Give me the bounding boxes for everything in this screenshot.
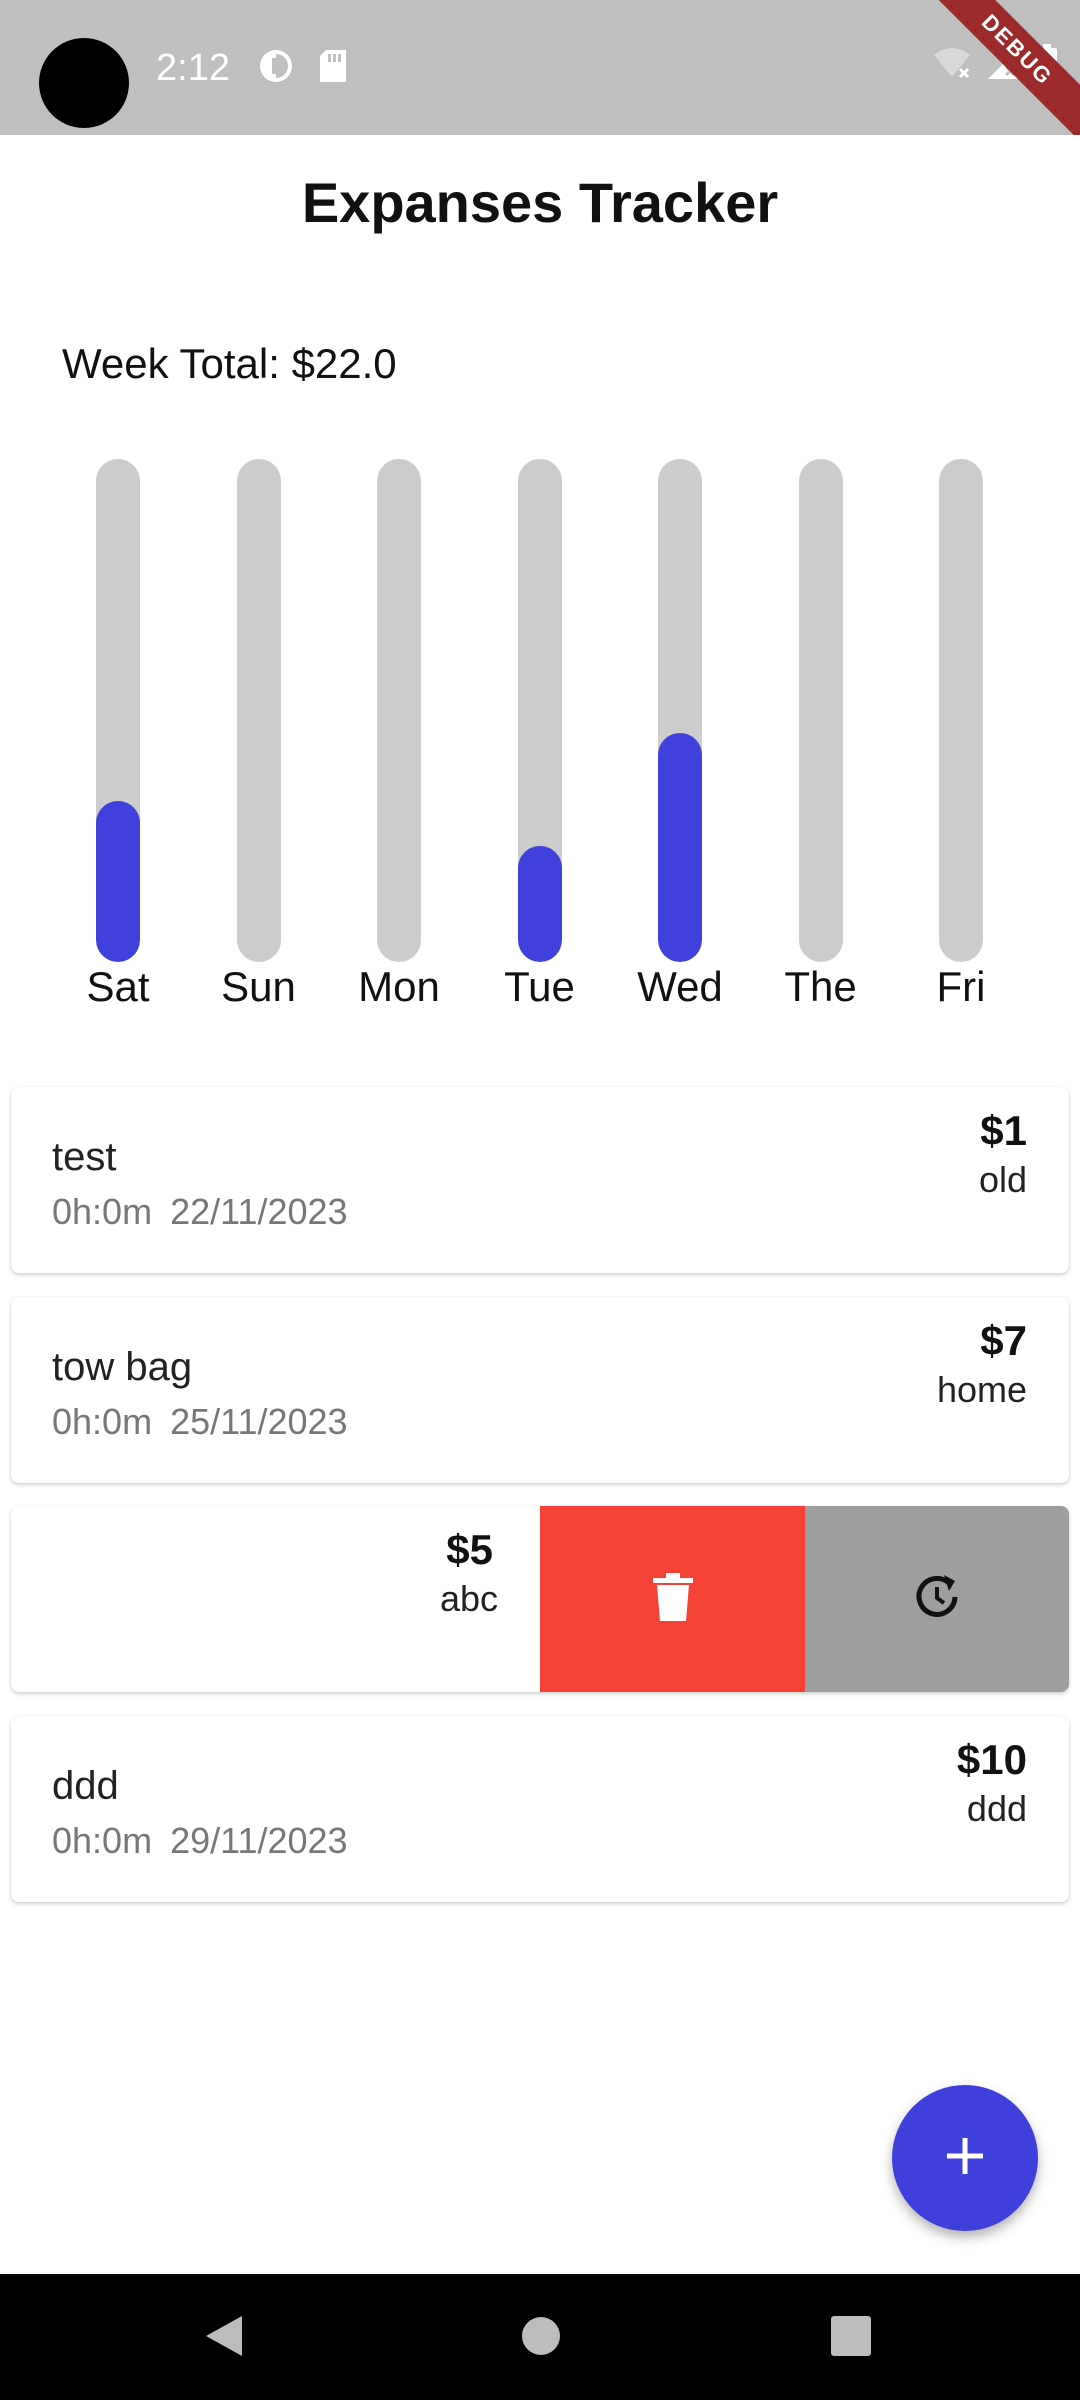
expense-category: old [978,1159,1027,1200]
expense-amount: $5 [446,1526,493,1573]
expense-meta: 0h:0m 25/11/2023 [52,1401,348,1443]
expense-date: 29/11/2023 [170,1820,348,1861]
bar-track [939,459,983,962]
system-nav-bar [0,2274,1080,2400]
expense-title: test [52,1135,117,1179]
restore-action-button[interactable] [805,1506,1069,1692]
recents-icon[interactable] [829,2312,873,2365]
trash-icon [652,1572,693,1626]
bar-track [798,459,843,962]
plus-icon [945,2136,985,2181]
expense-title: tow bag [52,1345,193,1389]
expense-time: 0h:0m [52,1820,153,1861]
bar-label: Sun [221,963,296,1010]
bar-track [517,459,562,962]
bar-label: Wed [637,963,723,1010]
bar-label: Tue [504,963,575,1010]
sd-card-icon [318,48,348,89]
bar-label: Fri [936,963,986,1010]
expense-amount: $10 [956,1736,1027,1783]
bar-fill [517,846,562,962]
expense-card[interactable]: tow bag 0h:0m 25/11/2023 $7 home [11,1297,1069,1483]
home-icon[interactable] [520,2312,562,2365]
bar-label: The [784,963,857,1010]
expense-category: home [936,1369,1027,1410]
expense-date: 25/11/2023 [170,1401,348,1442]
bar-label: Sat [86,963,150,1010]
delete-action-button[interactable] [540,1506,805,1692]
expense-card[interactable]: ddd 0h:0m 29/11/2023 $10 ddd [11,1716,1069,1902]
bar-track [236,459,281,962]
bar-fill [658,733,702,962]
expense-category: abc [439,1578,498,1619]
wifi-off-icon [932,45,972,86]
page-title: Expanses Tracker [301,171,779,234]
camera-cutout [39,38,129,128]
bar-fill [96,801,140,962]
bar-track [377,459,421,962]
bar-track [96,459,140,962]
expense-card-swiped[interactable]: $5 abc [11,1506,1069,1692]
expense-meta: 0h:0m 29/11/2023 [52,1820,348,1862]
expense-title: ddd [52,1764,119,1808]
history-icon [911,1571,963,1628]
status-bar: 2:12 DEBUG [0,0,1080,135]
expense-meta: 0h:0m 22/11/2023 [52,1191,348,1233]
expense-date: 22/11/2023 [170,1191,348,1232]
data-saver-icon [258,48,294,89]
expense-category: ddd [966,1788,1027,1829]
expense-amount: $1 [980,1107,1027,1154]
status-time: 2:12 [156,47,230,89]
expense-time: 0h:0m [52,1401,153,1442]
week-total: Week Total: $22.0 [62,340,397,387]
bar-track [658,459,702,962]
expense-time: 0h:0m [52,1191,153,1232]
bar-label: Mon [358,963,440,1010]
add-expense-button[interactable] [892,2085,1038,2231]
expense-amount: $7 [980,1317,1027,1364]
weekly-bar-chart: Sat Sun Mon Tue Wed The Fri [0,455,1080,1015]
back-icon[interactable] [202,2312,246,2365]
expense-card[interactable]: test 0h:0m 22/11/2023 $1 old [11,1087,1069,1273]
